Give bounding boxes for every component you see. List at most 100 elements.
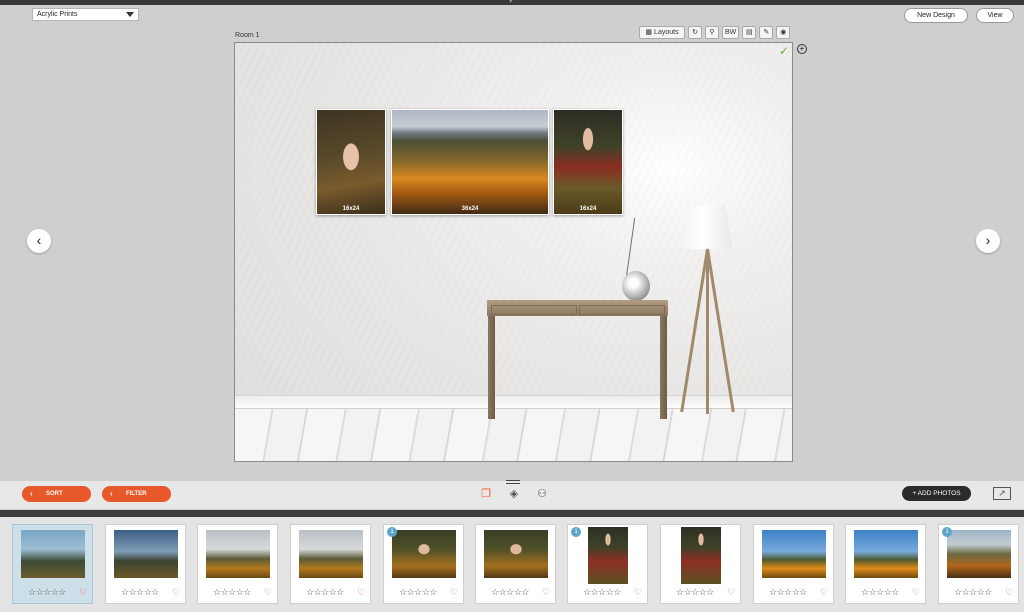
thumbnail-photo: [114, 530, 178, 578]
thumbnail-photo: [588, 527, 628, 584]
rotate-button[interactable]: ↻: [688, 26, 702, 39]
heart-icon[interactable]: ♡: [79, 587, 87, 598]
wall-print-1[interactable]: 16x24: [316, 109, 386, 215]
thumbnail[interactable]: 1 ☆☆☆☆☆ ♡: [938, 524, 1019, 604]
bw-button[interactable]: BW: [722, 26, 740, 39]
magnifier-icon: ⚲: [709, 29, 715, 36]
new-design-button[interactable]: New Design: [904, 8, 968, 23]
edit-button[interactable]: ✎: [759, 26, 774, 39]
export-icon[interactable]: ↗: [993, 487, 1011, 500]
calculator-button[interactable]: ▤: [742, 26, 757, 39]
glass-vase: [622, 271, 650, 301]
heart-icon[interactable]: ♡: [634, 587, 642, 598]
product-type-value: Acrylic Prints: [37, 11, 78, 18]
print-size-label: 16x24: [342, 206, 360, 212]
top-bar: ▾: [0, 0, 1024, 5]
thumbnail[interactable]: ☆☆☆☆☆ ♡: [475, 524, 556, 604]
heart-icon[interactable]: ♡: [264, 587, 272, 598]
heart-icon[interactable]: ♡: [1005, 587, 1013, 598]
thumbnail-photo: [484, 530, 548, 578]
usage-count-badge: 1: [387, 527, 397, 537]
wall-print-2[interactable]: 36x24: [391, 109, 549, 215]
thumbnail[interactable]: ☆☆☆☆☆ ♡: [197, 524, 278, 604]
sort-button[interactable]: ‹ SORT: [22, 486, 91, 502]
thumbnail-photo: [681, 527, 721, 584]
thumbnail-photo: [206, 530, 270, 578]
rotate-icon: ↻: [692, 29, 698, 36]
grid-icon: ▦: [645, 29, 653, 36]
thumbnail[interactable]: ☆☆☆☆☆ ♡: [753, 524, 834, 604]
layers-icon[interactable]: ◈: [507, 487, 521, 501]
star-rating[interactable]: ☆☆☆☆☆: [954, 587, 992, 598]
heart-icon[interactable]: ♡: [542, 587, 550, 598]
table-drawer-left: [491, 305, 577, 315]
thumbnail-photo: [854, 530, 918, 578]
star-rating[interactable]: ☆☆☆☆☆: [28, 587, 66, 598]
thumbnail-photo: [762, 530, 826, 578]
filter-button[interactable]: ‹ FILTER: [102, 486, 171, 502]
table-leg: [488, 316, 495, 419]
bw-label: BW: [725, 29, 737, 36]
table-leg: [660, 316, 667, 419]
chevron-left-icon: ‹: [30, 489, 33, 498]
pencil-icon: ✎: [763, 29, 770, 36]
thumbnail[interactable]: ☆☆☆☆☆ ♡: [290, 524, 371, 604]
room-toolbar: ▦ Layouts ↻ ⚲ BW ▤ ✎ ◉: [639, 26, 791, 39]
thumbnail[interactable]: ☆☆☆☆☆ ♡: [105, 524, 186, 604]
heart-icon[interactable]: ♡: [172, 587, 180, 598]
chevron-left-icon[interactable]: ‹: [27, 229, 51, 253]
print-size-label: 36x24: [461, 206, 479, 212]
star-rating[interactable]: ☆☆☆☆☆: [676, 587, 714, 598]
thumbnail[interactable]: 1 ☆☆☆☆☆ ♡: [567, 524, 648, 604]
star-rating[interactable]: ☆☆☆☆☆: [583, 587, 621, 598]
thumbnail-photo: [947, 530, 1011, 578]
heart-icon[interactable]: ♡: [727, 587, 735, 598]
thumbnail[interactable]: ☆☆☆☆☆ ♡: [12, 524, 93, 604]
heart-icon[interactable]: ♡: [357, 587, 365, 598]
star-rating[interactable]: ☆☆☆☆☆: [769, 587, 807, 598]
star-rating[interactable]: ☆☆☆☆☆: [491, 587, 529, 598]
chevron-right-icon[interactable]: ›: [976, 229, 1000, 253]
lamp-leg: [706, 249, 709, 414]
zoom-button[interactable]: ⚲: [705, 26, 719, 39]
star-rating[interactable]: ☆☆☆☆☆: [121, 587, 159, 598]
usage-count-badge: 1: [571, 527, 581, 537]
star-rating[interactable]: ☆☆☆☆☆: [306, 587, 344, 598]
thumbnail-photo: [299, 530, 363, 578]
layouts-button[interactable]: ▦ Layouts: [639, 26, 685, 39]
preview-button[interactable]: ◉: [776, 26, 791, 39]
floor: [235, 409, 792, 461]
star-rating[interactable]: ☆☆☆☆☆: [861, 587, 899, 598]
thumbnail-photo: [21, 530, 85, 578]
print-size-label: 16x24: [579, 206, 597, 212]
table-drawer-right: [579, 305, 665, 315]
collapse-arrow-icon[interactable]: ▾: [509, 0, 515, 5]
people-icon[interactable]: ⚇: [535, 487, 549, 501]
photos-stack-icon[interactable]: ❐: [479, 487, 493, 501]
heart-icon[interactable]: ♡: [450, 587, 458, 598]
calculator-icon: ▤: [745, 29, 753, 36]
filmstrip-divider: [0, 510, 1024, 517]
heart-icon[interactable]: ♡: [912, 587, 920, 598]
filter-label: FILTER: [126, 491, 147, 497]
lamp-shade: [681, 205, 732, 249]
room-canvas[interactable]: 16x24 36x24 16x24: [234, 42, 793, 462]
room-label: Room 1: [235, 32, 260, 39]
heart-icon[interactable]: ♡: [820, 587, 828, 598]
usage-count-badge: 1: [942, 527, 952, 537]
drag-handle-icon[interactable]: [506, 480, 520, 484]
star-rating[interactable]: ☆☆☆☆☆: [213, 587, 251, 598]
thumbnail[interactable]: ☆☆☆☆☆ ♡: [845, 524, 926, 604]
checkmark-icon[interactable]: ✓: [779, 44, 789, 58]
add-photos-button[interactable]: + ADD PHOTOS: [902, 486, 971, 501]
thumbnail-photo: [392, 530, 456, 578]
thumbnail[interactable]: ☆☆☆☆☆ ♡: [660, 524, 741, 604]
chevron-left-icon: ‹: [110, 489, 113, 498]
view-button[interactable]: View: [976, 8, 1014, 23]
thumbnail[interactable]: 1 ☆☆☆☆☆ ♡: [383, 524, 464, 604]
product-type-select[interactable]: Acrylic Prints: [32, 8, 139, 21]
add-circle-icon[interactable]: +: [797, 44, 807, 54]
star-rating[interactable]: ☆☆☆☆☆: [399, 587, 437, 598]
layouts-label: Layouts: [654, 29, 679, 36]
wall-print-3[interactable]: 16x24: [553, 109, 623, 215]
